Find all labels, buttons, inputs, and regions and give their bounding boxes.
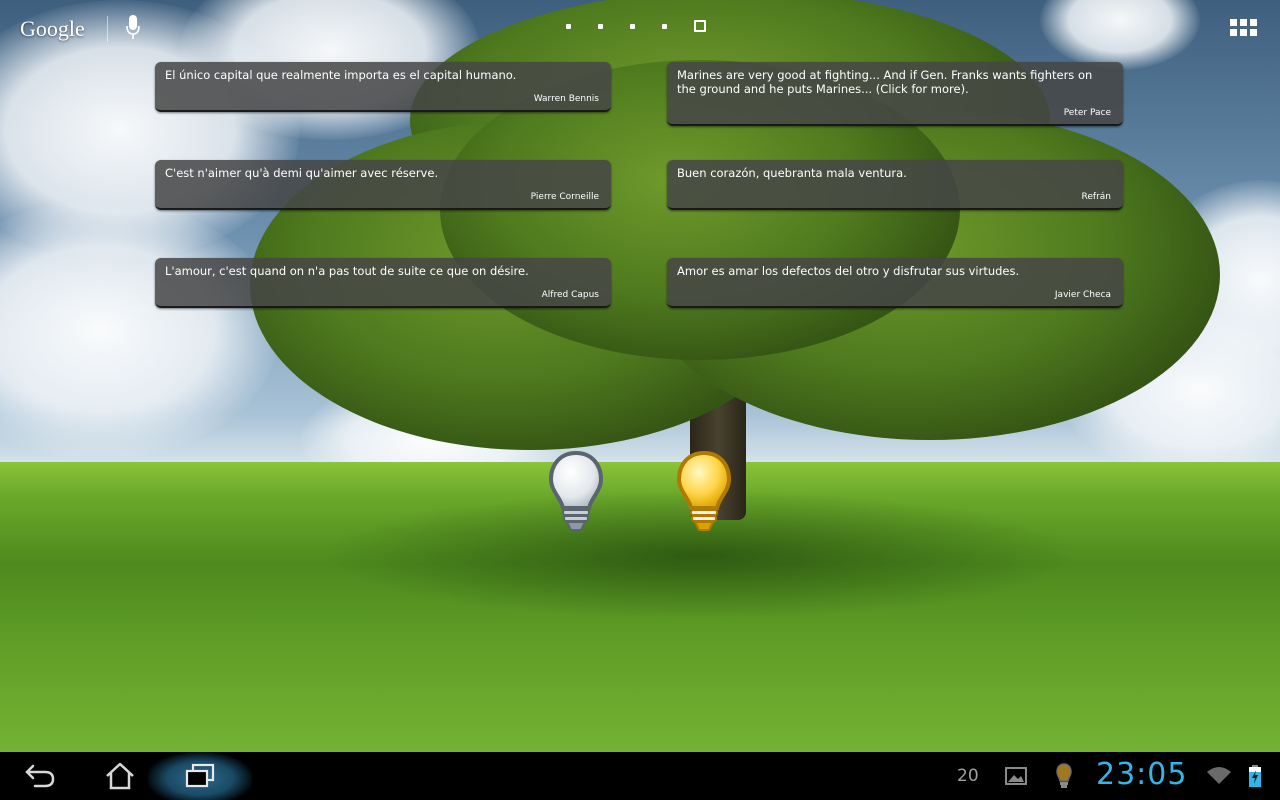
quote-text: Buen corazón, quebranta mala ventura.	[677, 166, 907, 180]
search-divider	[106, 16, 108, 42]
quote-widget[interactable]: El único capital que realmente importa e…	[155, 62, 611, 112]
quote-widget[interactable]: L'amour, c'est quand on n'a pas tout de …	[155, 258, 611, 308]
flashlight-notification[interactable]	[1052, 752, 1076, 800]
microphone-icon[interactable]	[125, 14, 140, 44]
quote-text: Amor es amar los defectos del otro y dis…	[677, 264, 1020, 278]
quote-text: C'est n'aimer qu'à demi qu'aimer avec ré…	[165, 166, 439, 180]
wifi-status[interactable]	[1204, 752, 1234, 800]
quote-text: El único capital que realmente importa e…	[165, 68, 517, 82]
recent-apps-icon	[185, 763, 215, 788]
back-button[interactable]	[20, 752, 60, 800]
quote-widget[interactable]: Buen corazón, quebranta mala ventura. Re…	[667, 160, 1123, 210]
page-dot[interactable]	[598, 23, 603, 29]
apps-grid-icon	[1230, 19, 1257, 36]
page-dot-active[interactable]	[694, 20, 706, 32]
quote-widget[interactable]: Amor es amar los defectos del otro y dis…	[667, 258, 1123, 308]
flashlight-widget-on[interactable]	[676, 450, 732, 538]
wifi-icon	[1207, 767, 1231, 784]
flashlight-widget-off[interactable]	[548, 450, 604, 538]
lightbulb-off-icon	[548, 450, 604, 531]
back-icon	[25, 764, 55, 788]
notification-count[interactable]: 20	[957, 766, 979, 786]
quote-author: Pierre Corneille	[530, 192, 599, 202]
google-logo[interactable]: Google	[20, 16, 85, 42]
quote-author: Peter Pace	[1063, 108, 1111, 118]
page-dot[interactable]	[630, 23, 635, 29]
all-apps-button[interactable]	[1230, 19, 1258, 37]
quote-author: Alfred Capus	[541, 290, 599, 300]
page-indicator	[566, 20, 706, 32]
quote-widget[interactable]: C'est n'aimer qu'à demi qu'aimer avec ré…	[155, 160, 611, 210]
page-dot[interactable]	[566, 23, 571, 29]
lightbulb-small-icon	[1056, 763, 1072, 788]
screenshot-notification[interactable]	[1002, 752, 1030, 800]
recent-apps-button[interactable]	[180, 752, 220, 800]
image-icon	[1005, 767, 1027, 785]
battery-status[interactable]	[1246, 752, 1264, 800]
page-dot[interactable]	[662, 23, 667, 29]
quote-author: Javier Checa	[1054, 290, 1111, 300]
quote-text: Marines are very good at fighting... And…	[677, 68, 1093, 96]
quote-author: Warren Bennis	[533, 94, 599, 104]
home-icon	[106, 762, 134, 790]
status-clock[interactable]: 23:05	[1096, 757, 1187, 792]
quote-text: L'amour, c'est quand on n'a pas tout de …	[165, 264, 529, 278]
quote-widget[interactable]: Marines are very good at fighting... And…	[667, 62, 1123, 126]
home-button[interactable]	[100, 752, 140, 800]
lightbulb-on-icon	[676, 450, 732, 531]
battery-charging-icon	[1249, 765, 1261, 787]
home-screen: Google El único capital que realmente im…	[0, 0, 1280, 800]
quote-author: Refrán	[1081, 192, 1111, 202]
google-search-bar[interactable]: Google	[20, 14, 140, 44]
